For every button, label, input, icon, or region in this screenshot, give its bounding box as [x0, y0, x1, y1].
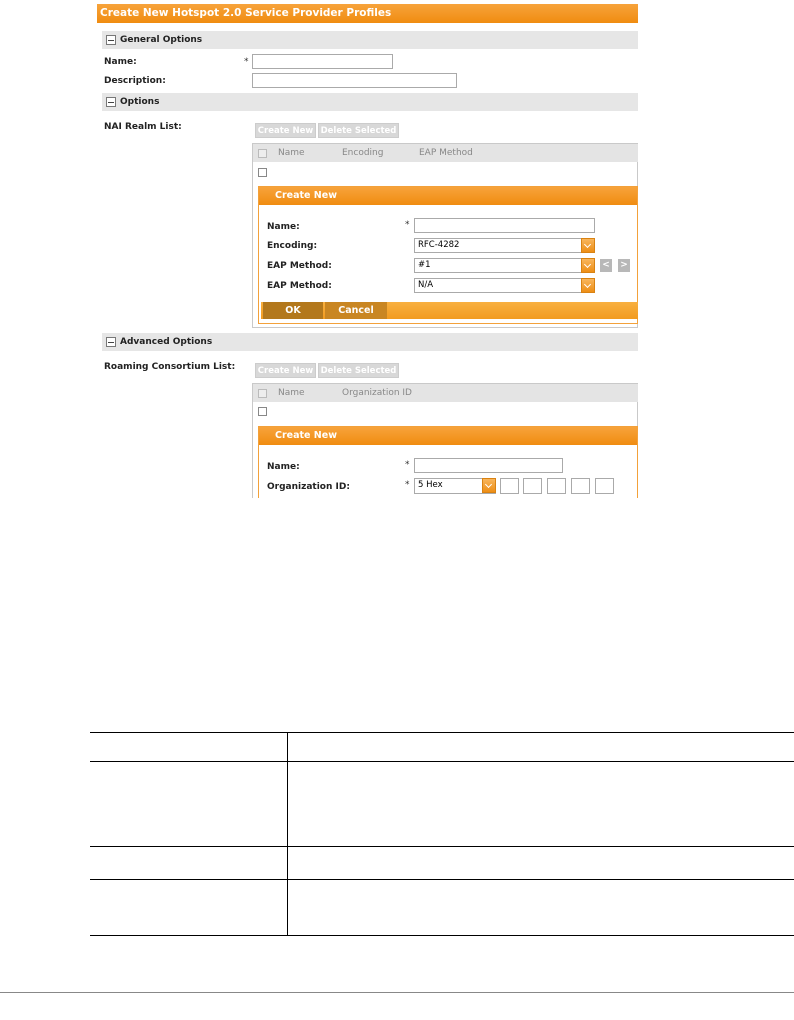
row-checkbox[interactable]	[258, 407, 267, 416]
hotspot-profile-dialog: Create New Hotspot 2.0 Service Provider …	[97, 0, 638, 498]
table-rule	[90, 879, 794, 880]
consortium-name-required-mark: *	[405, 460, 410, 470]
column-name: Name	[278, 148, 305, 158]
consortium-name-label: Name:	[267, 462, 300, 472]
hex-field-1[interactable]	[500, 478, 519, 494]
table-rule	[90, 761, 794, 762]
collapse-icon[interactable]	[106, 337, 116, 347]
hex-field-3[interactable]	[547, 478, 566, 494]
column-eap-method: EAP Method	[419, 148, 473, 158]
roaming-delete-selected-button[interactable]: Delete Selected	[318, 363, 399, 378]
nai-delete-selected-button[interactable]: Delete Selected	[318, 123, 399, 138]
column-encoding: Encoding	[342, 148, 384, 158]
hex-field-4[interactable]	[571, 478, 590, 494]
eap-method-label: EAP Method:	[267, 261, 332, 271]
chevron-down-icon[interactable]	[482, 478, 496, 493]
name-input[interactable]	[252, 54, 393, 69]
dialog-title: Create New Hotspot 2.0 Service Provider …	[97, 4, 638, 23]
eap-method-select-2-value: N/A	[418, 280, 434, 290]
realm-name-input[interactable]	[414, 218, 595, 233]
organization-id-required-mark: *	[405, 480, 410, 490]
eap-method-select-value: #1	[418, 260, 431, 270]
select-all-checkbox[interactable]	[258, 389, 267, 398]
page-footer-rule	[0, 992, 794, 993]
table-rule	[90, 846, 794, 847]
select-all-checkbox[interactable]	[258, 149, 267, 158]
collapse-icon[interactable]	[106, 35, 116, 45]
realm-name-required-mark: *	[405, 220, 410, 230]
nai-realm-grid-header: Name Encoding EAP Method	[253, 144, 638, 162]
section-advanced-options[interactable]: Advanced Options	[102, 333, 638, 351]
name-label: Name:	[104, 57, 137, 67]
column-organization-id: Organization ID	[342, 388, 412, 398]
chevron-down-icon[interactable]	[581, 238, 595, 253]
hex-field-5[interactable]	[595, 478, 614, 494]
chevron-down-icon[interactable]	[581, 258, 595, 273]
section-options[interactable]: Options	[102, 93, 638, 111]
consortium-name-input[interactable]	[414, 458, 563, 473]
nai-realm-list-label: NAI Realm List:	[104, 122, 182, 132]
description-label: Description:	[104, 76, 166, 86]
table-column-divider	[287, 732, 288, 936]
ok-button[interactable]: OK	[263, 302, 323, 319]
section-options-label: Options	[120, 97, 160, 107]
organization-id-label: Organization ID:	[267, 482, 350, 492]
eap-method-select[interactable]: #1	[414, 258, 595, 273]
roaming-create-new-title: Create New	[259, 427, 637, 445]
realm-name-label: Name:	[267, 222, 300, 232]
row-checkbox[interactable]	[258, 168, 267, 177]
section-general-options-label: General Options	[120, 35, 203, 45]
organization-id-format-select[interactable]: 5 Hex	[414, 478, 496, 494]
eap-next-button[interactable]: >	[618, 259, 630, 272]
column-name: Name	[278, 388, 305, 398]
table-rule	[90, 732, 794, 733]
encoding-label: Encoding:	[267, 241, 318, 251]
nai-create-new-button[interactable]: Create New	[255, 123, 316, 138]
organization-id-format-value: 5 Hex	[418, 480, 443, 490]
hex-field-2[interactable]	[523, 478, 542, 494]
encoding-select-value: RFC-4282	[418, 240, 460, 250]
eap-prev-button[interactable]: <	[600, 259, 612, 272]
chevron-down-icon[interactable]	[581, 278, 595, 293]
eap-method-select-2[interactable]: N/A	[414, 278, 595, 293]
roaming-grid-header: Name Organization ID	[253, 384, 638, 402]
roaming-create-new-button[interactable]: Create New	[255, 363, 316, 378]
name-required-mark: *	[244, 57, 249, 67]
collapse-icon[interactable]	[106, 97, 116, 107]
section-advanced-options-label: Advanced Options	[120, 337, 213, 347]
encoding-select[interactable]: RFC-4282	[414, 238, 595, 253]
nai-create-new-title: Create New	[259, 187, 637, 205]
roaming-consortium-list-label: Roaming Consortium List:	[104, 362, 236, 372]
eap-method-label-2: EAP Method:	[267, 281, 332, 291]
description-input[interactable]	[252, 73, 457, 88]
table-rule	[90, 935, 794, 936]
section-general-options[interactable]: General Options	[102, 31, 638, 49]
cancel-button[interactable]: Cancel	[325, 302, 387, 319]
